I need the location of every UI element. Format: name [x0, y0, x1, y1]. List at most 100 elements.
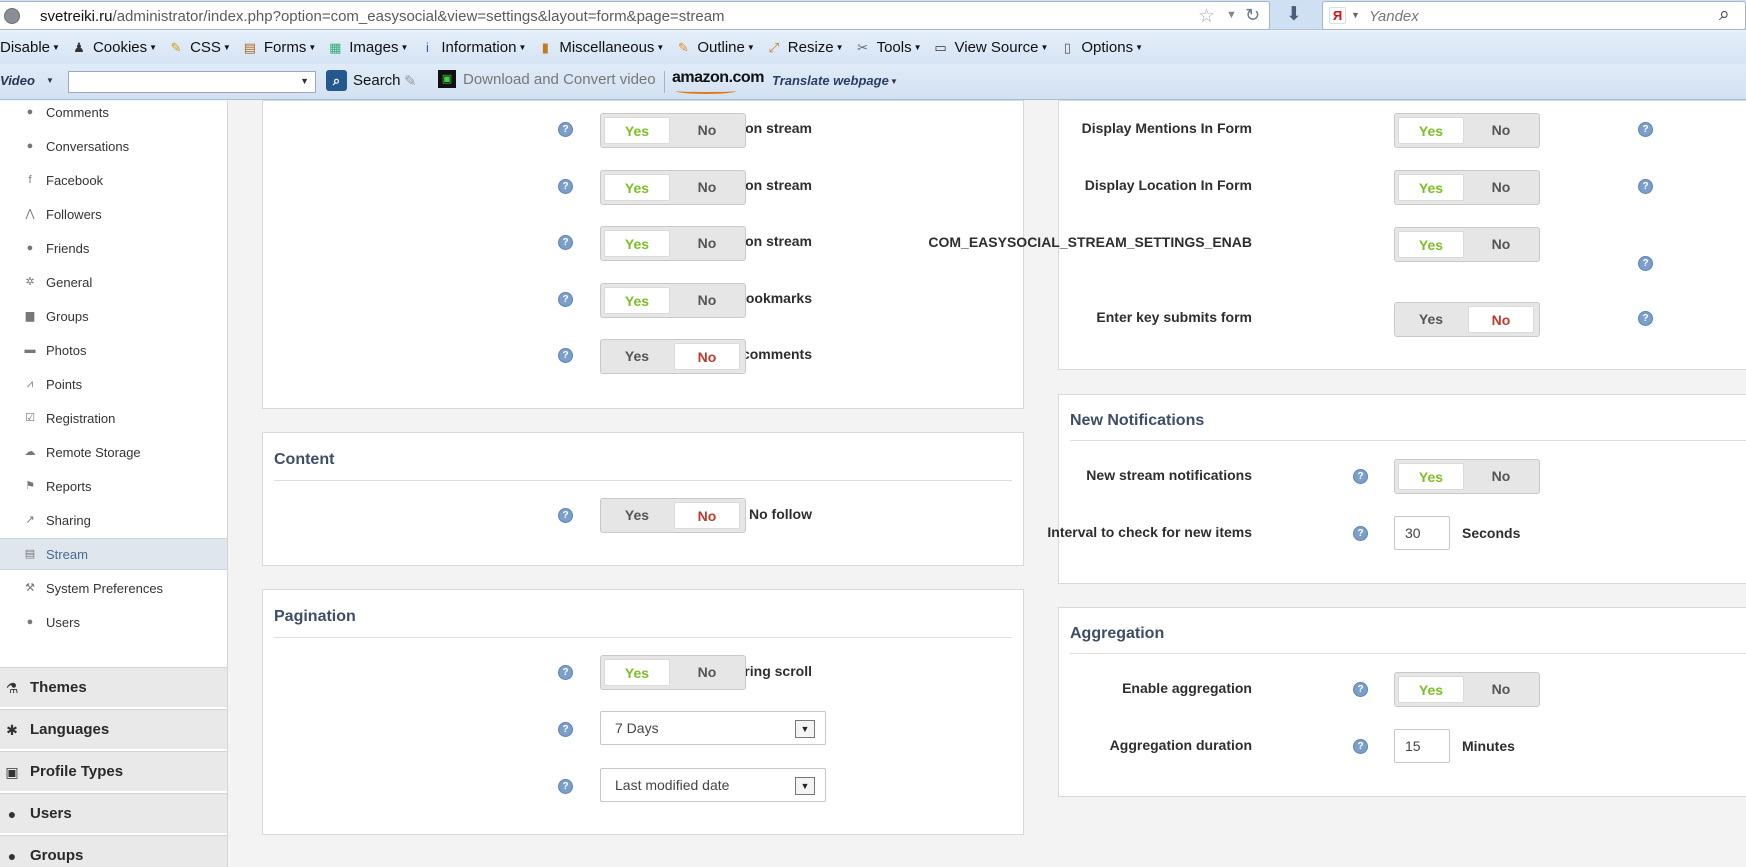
download-video-button[interactable]: ▣ Download and Convert video: [438, 70, 656, 88]
enable-social-bookmarks-no-option[interactable]: No: [674, 287, 740, 314]
bookmark-star-icon[interactable]: ☆: [1198, 5, 1215, 28]
enable-comments-on-stream-no-option[interactable]: No: [674, 117, 740, 144]
auto-load-help-icon[interactable]: ?: [558, 665, 573, 680]
reload-icon[interactable]: ↻: [1245, 5, 1260, 26]
toolbar-menu-forms[interactable]: ▤ Forms ▼: [241, 39, 317, 57]
no-follow-help-icon[interactable]: ?: [558, 508, 573, 523]
enable-likes-on-stream-yes-option[interactable]: Yes: [604, 173, 670, 201]
sidebar-item-points[interactable]: ⩘ Points: [0, 368, 227, 400]
toolbar-menu-images[interactable]: ▦ Images ▼: [326, 39, 408, 57]
com-easysocial-stream-settings-enab-no-option[interactable]: No: [1468, 231, 1534, 258]
sidebar-item-followers[interactable]: ⋀ Followers: [0, 198, 227, 230]
sidebar-item-general[interactable]: ✲ General: [0, 266, 227, 298]
new-stream-notifications-yes-option[interactable]: Yes: [1398, 463, 1464, 490]
display-mentions-in-form-help-icon[interactable]: ?: [1638, 122, 1653, 137]
enable-repost-on-stream-no-option[interactable]: No: [674, 230, 740, 257]
allow-guest-view-comments-help-icon[interactable]: ?: [558, 348, 573, 363]
toolbar-menu-css[interactable]: ✎ CSS ▼: [167, 39, 231, 57]
enter-key-submits-form-no-option[interactable]: No: [1468, 306, 1534, 333]
sidebar-section-themes[interactable]: ⚗ Themes: [0, 667, 227, 707]
sidebar-item-comments[interactable]: ● Comments: [0, 96, 227, 128]
url-text[interactable]: svetreiki.ru/administrator/index.php?opt…: [40, 8, 725, 25]
toolbar-menu-miscellaneous[interactable]: ▮ Miscellaneous ▼: [536, 39, 665, 57]
downloads-icon[interactable]: ⬇: [1286, 3, 1302, 26]
sidebar-item-conversations[interactable]: ● Conversations: [0, 130, 227, 162]
sidebar-item-groups[interactable]: ▆ Groups: [0, 300, 227, 332]
eraser-icon[interactable]: ✎: [404, 72, 422, 90]
search-placeholder[interactable]: Yandex: [1369, 8, 1419, 25]
video-label[interactable]: Video: [0, 73, 35, 88]
enable-repost-on-stream-yes-option[interactable]: Yes: [604, 230, 670, 257]
enter-key-submits-form-help-icon[interactable]: ?: [1638, 311, 1653, 326]
aggregation-duration-help-icon[interactable]: ?: [1353, 739, 1368, 754]
enable-comments-on-stream-yes-option[interactable]: Yes: [604, 117, 670, 144]
chevron-down-icon[interactable]: ▼: [795, 777, 815, 795]
no-follow-toggle[interactable]: Yes No: [600, 498, 746, 533]
aggregation-duration-input[interactable]: 15: [1394, 729, 1450, 763]
enable-aggregation-no-option[interactable]: No: [1468, 676, 1534, 703]
enable-likes-on-stream-toggle[interactable]: Yes No: [600, 169, 746, 205]
display-location-in-form-no-option[interactable]: No: [1468, 174, 1534, 201]
sidebar-section-users[interactable]: ● Users: [0, 793, 227, 833]
enable-comments-on-stream-toggle[interactable]: Yes No: [600, 113, 746, 148]
items-to-load-select[interactable]: 7 Days ▼: [600, 711, 826, 745]
allow-guest-view-comments-toggle[interactable]: Yes No: [600, 339, 746, 374]
history-dropdown-icon[interactable]: ▼: [1226, 9, 1237, 21]
amazon-button[interactable]: amazon.com: [672, 69, 764, 94]
display-location-in-form-toggle[interactable]: Yes No: [1394, 170, 1540, 205]
combo-dropdown-icon[interactable]: ▼: [300, 76, 309, 86]
sidebar-section-profile-types[interactable]: ▣ Profile Types: [0, 751, 227, 791]
no-follow-no-option[interactable]: No: [674, 502, 740, 529]
toolbar-menu-outline[interactable]: ✎ Outline ▼: [674, 39, 755, 57]
auto-load-yes-option[interactable]: Yes: [604, 659, 670, 686]
enable-aggregation-help-icon[interactable]: ?: [1353, 682, 1368, 697]
auto-load-toggle[interactable]: Yes No: [600, 655, 746, 690]
allow-guest-view-comments-no-option[interactable]: No: [674, 343, 740, 370]
search-icon[interactable]: ⌕: [1719, 4, 1730, 26]
search-engine-dropdown-icon[interactable]: ▼: [1351, 10, 1360, 20]
toolbar-menu-disable[interactable]: Disable ▼: [0, 39, 60, 56]
yandex-icon[interactable]: Я: [1329, 7, 1346, 24]
new-stream-notifications-toggle[interactable]: Yes No: [1394, 459, 1540, 494]
display-location-in-form-help-icon[interactable]: ?: [1638, 179, 1653, 194]
items-sorting-select[interactable]: Last modified date ▼: [600, 768, 826, 802]
site-identity-icon[interactable]: [4, 8, 20, 24]
enable-social-bookmarks-toggle[interactable]: Yes No: [600, 282, 746, 318]
toolbar-menu-view-source[interactable]: ▭ View Source ▼: [932, 39, 1048, 57]
sidebar-item-friends[interactable]: ● Friends: [0, 232, 227, 264]
enable-aggregation-yes-option[interactable]: Yes: [1398, 676, 1464, 703]
toolbar-menu-resize[interactable]: ⤢ Resize ▼: [765, 39, 844, 57]
toolbar-menu-options[interactable]: ▯ Options ▼: [1058, 39, 1143, 57]
enable-likes-on-stream-no-option[interactable]: No: [674, 174, 740, 201]
translate-dropdown-icon[interactable]: ▼: [890, 77, 898, 86]
sidebar-item-facebook[interactable]: f Facebook: [0, 164, 227, 196]
enable-social-bookmarks-yes-option[interactable]: Yes: [604, 286, 670, 314]
search-box[interactable]: Я ▼ Yandex ⌕: [1322, 1, 1746, 30]
sidebar-item-remote-storage[interactable]: ☁ Remote Storage: [0, 436, 227, 468]
sidebar-item-stream[interactable]: ▤ Stream: [0, 538, 227, 570]
sidebar-item-system-preferences[interactable]: ⚒ System Preferences: [0, 572, 227, 604]
toolbar-menu-information[interactable]: i Information ▼: [418, 39, 526, 57]
enable-comments-on-stream-help-icon[interactable]: ?: [558, 122, 573, 137]
enable-aggregation-toggle[interactable]: Yes No: [1394, 672, 1540, 707]
enter-key-submits-form-toggle[interactable]: Yes No: [1394, 302, 1540, 337]
com-easysocial-stream-settings-enab-yes-option[interactable]: Yes: [1398, 231, 1464, 258]
new-stream-notifications-no-option[interactable]: No: [1468, 463, 1534, 490]
enable-repost-on-stream-toggle[interactable]: Yes No: [600, 226, 746, 261]
chevron-down-icon[interactable]: ▼: [795, 720, 815, 738]
display-location-in-form-yes-option[interactable]: Yes: [1398, 174, 1464, 201]
toolbar-search-combo[interactable]: ▼: [68, 71, 316, 93]
enter-key-submits-form-yes-option[interactable]: Yes: [1398, 306, 1464, 333]
display-mentions-in-form-yes-option[interactable]: Yes: [1398, 117, 1464, 144]
address-bar[interactable]: svetreiki.ru/administrator/index.php?opt…: [0, 1, 1270, 30]
sidebar-section-languages[interactable]: ✱ Languages: [0, 709, 227, 749]
items-sorting-help-icon[interactable]: ?: [558, 779, 573, 794]
no-follow-yes-option[interactable]: Yes: [604, 502, 670, 529]
toolbar-menu-cookies[interactable]: ♟ Cookies ▼: [70, 39, 157, 57]
sidebar-section-groups[interactable]: ● Groups: [0, 835, 227, 867]
video-dropdown-icon[interactable]: ▼: [46, 76, 54, 85]
sidebar-item-registration[interactable]: ☑ Registration: [0, 402, 227, 434]
display-mentions-in-form-no-option[interactable]: No: [1468, 117, 1534, 144]
sidebar-item-reports[interactable]: ⚑ Reports: [0, 470, 227, 502]
enable-likes-on-stream-help-icon[interactable]: ?: [558, 178, 573, 194]
